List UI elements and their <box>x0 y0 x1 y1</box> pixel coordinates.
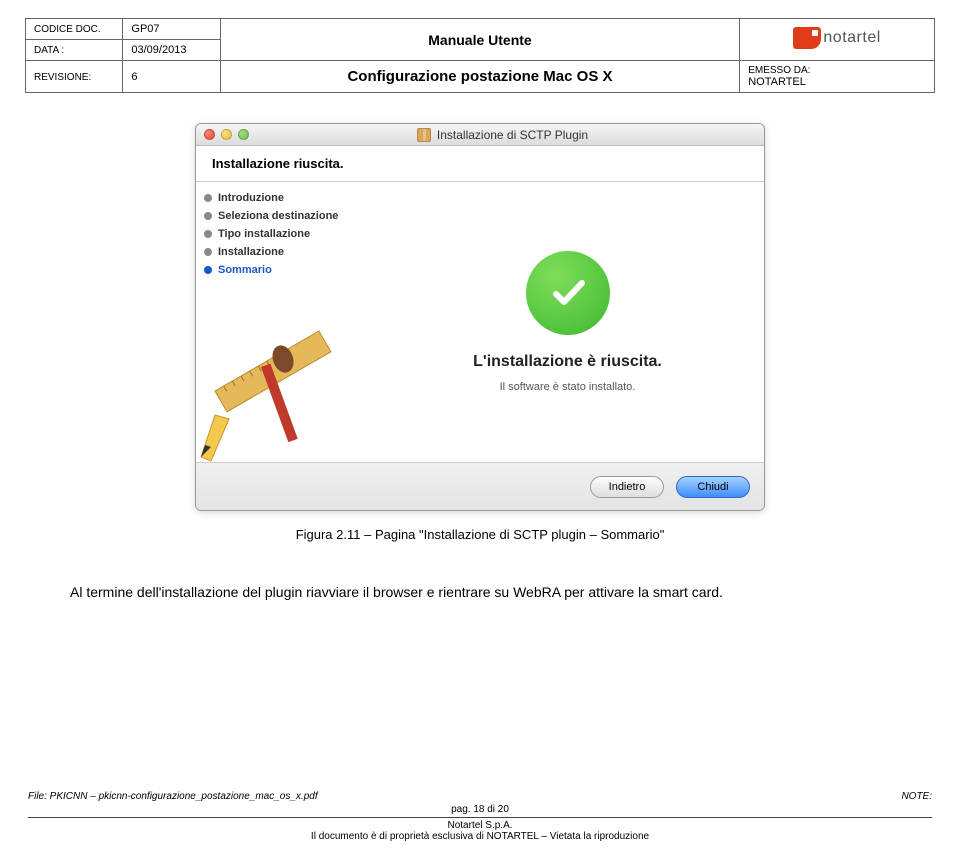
step-introduzione: Introduzione <box>204 192 363 204</box>
codice-label: CODICE DOC. <box>34 24 101 35</box>
document-footer: File: PKICNN – pkicnn-configurazione_pos… <box>0 791 960 842</box>
footer-note: NOTE: <box>901 791 932 802</box>
step-sommario: Sommario <box>204 264 363 276</box>
titlebar: Installazione di SCTP Plugin <box>196 124 764 146</box>
close-button[interactable]: Chiudi <box>676 476 750 498</box>
close-icon[interactable] <box>204 129 215 140</box>
data-value: 03/09/2013 <box>131 44 186 56</box>
success-check-icon <box>526 251 610 335</box>
zoom-icon[interactable] <box>238 129 249 140</box>
revisione-value: 6 <box>131 71 137 83</box>
mac-window: Installazione di SCTP Plugin Installazio… <box>195 123 765 511</box>
document-header-table: CODICE DOC. GP07 Manuale Utente notartel… <box>25 18 935 93</box>
codice-value: GP07 <box>131 23 159 35</box>
subtitle: Configurazione postazione Mac OS X <box>347 68 612 85</box>
installer-footer: Indietro Chiudi <box>196 462 764 510</box>
manual-title: Manuale Utente <box>428 32 531 48</box>
revisione-label: REVISIONE: <box>34 72 91 83</box>
figure-caption: Figura 2.11 – Pagina "Installazione di S… <box>195 527 765 542</box>
footer-page: pag. 18 di 20 <box>451 804 509 815</box>
step-destinazione: Seleziona destinazione <box>204 210 363 222</box>
data-label: DATA : <box>34 45 64 56</box>
pencil-ruler-brush-icon <box>195 317 351 467</box>
logo-text: notartel <box>823 29 880 47</box>
success-subtitle: Il software è stato installato. <box>500 381 636 393</box>
footer-disclaimer: Il documento è di proprietà esclusiva di… <box>28 831 932 842</box>
window-title: Installazione di SCTP Plugin <box>437 128 588 142</box>
installer-heading: Installazione riuscita. <box>196 146 764 182</box>
body-paragraph: Al termine dell'installazione del plugin… <box>70 582 890 603</box>
success-title: L'installazione è riuscita. <box>473 353 662 371</box>
footer-company: Notartel S.p.A. <box>28 820 932 831</box>
logo-icon <box>793 27 821 49</box>
installer-main: L'installazione è riuscita. Il software … <box>371 182 764 462</box>
notartel-logo: notartel <box>793 27 880 49</box>
package-icon <box>417 128 431 142</box>
installer-screenshot: Installazione di SCTP Plugin Installazio… <box>195 123 765 542</box>
emesso-value: NOTARTEL <box>748 76 806 88</box>
emesso-label: EMESSO DA: <box>748 65 810 76</box>
step-tipo: Tipo installazione <box>204 228 363 240</box>
traffic-lights <box>204 129 249 140</box>
footer-file: File: PKICNN – pkicnn-configurazione_pos… <box>28 791 318 802</box>
step-installazione: Installazione <box>204 246 363 258</box>
installer-sidebar: Introduzione Seleziona destinazione Tipo… <box>196 182 371 462</box>
minimize-icon[interactable] <box>221 129 232 140</box>
back-button[interactable]: Indietro <box>590 476 664 498</box>
installer-body: Introduzione Seleziona destinazione Tipo… <box>196 182 764 462</box>
